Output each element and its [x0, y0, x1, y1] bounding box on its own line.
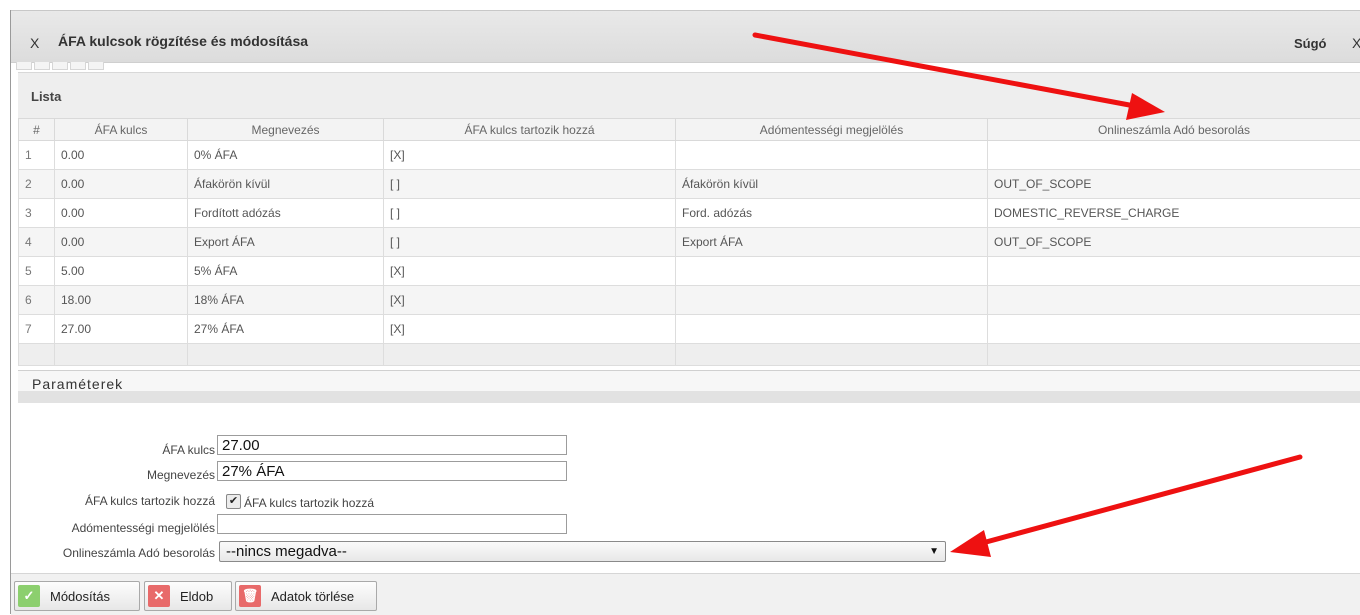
annotation-arrows [0, 0, 1360, 614]
annotation-arrow-top [755, 35, 1165, 120]
annotation-arrow-bottom [950, 457, 1300, 557]
